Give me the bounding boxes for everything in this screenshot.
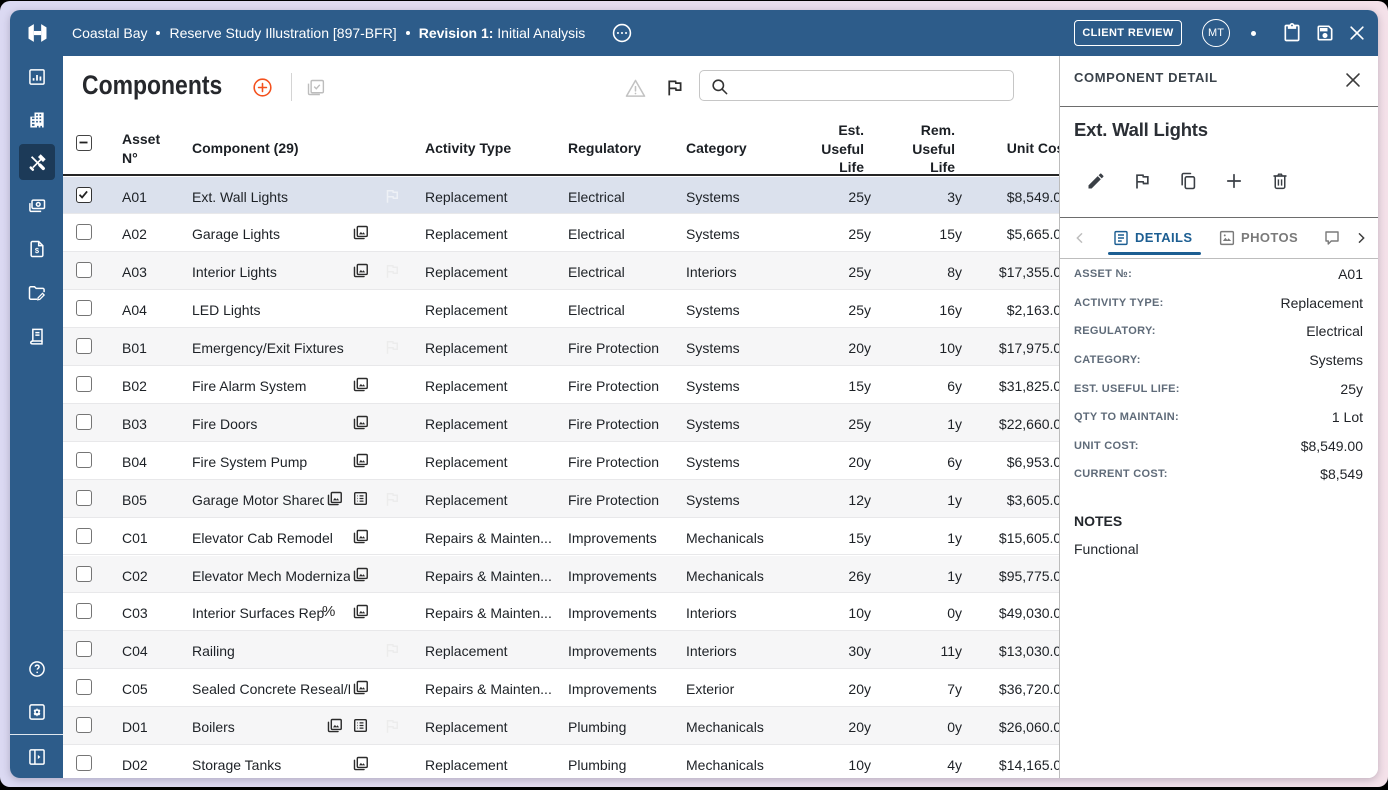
- svg-text:$: $: [35, 246, 40, 255]
